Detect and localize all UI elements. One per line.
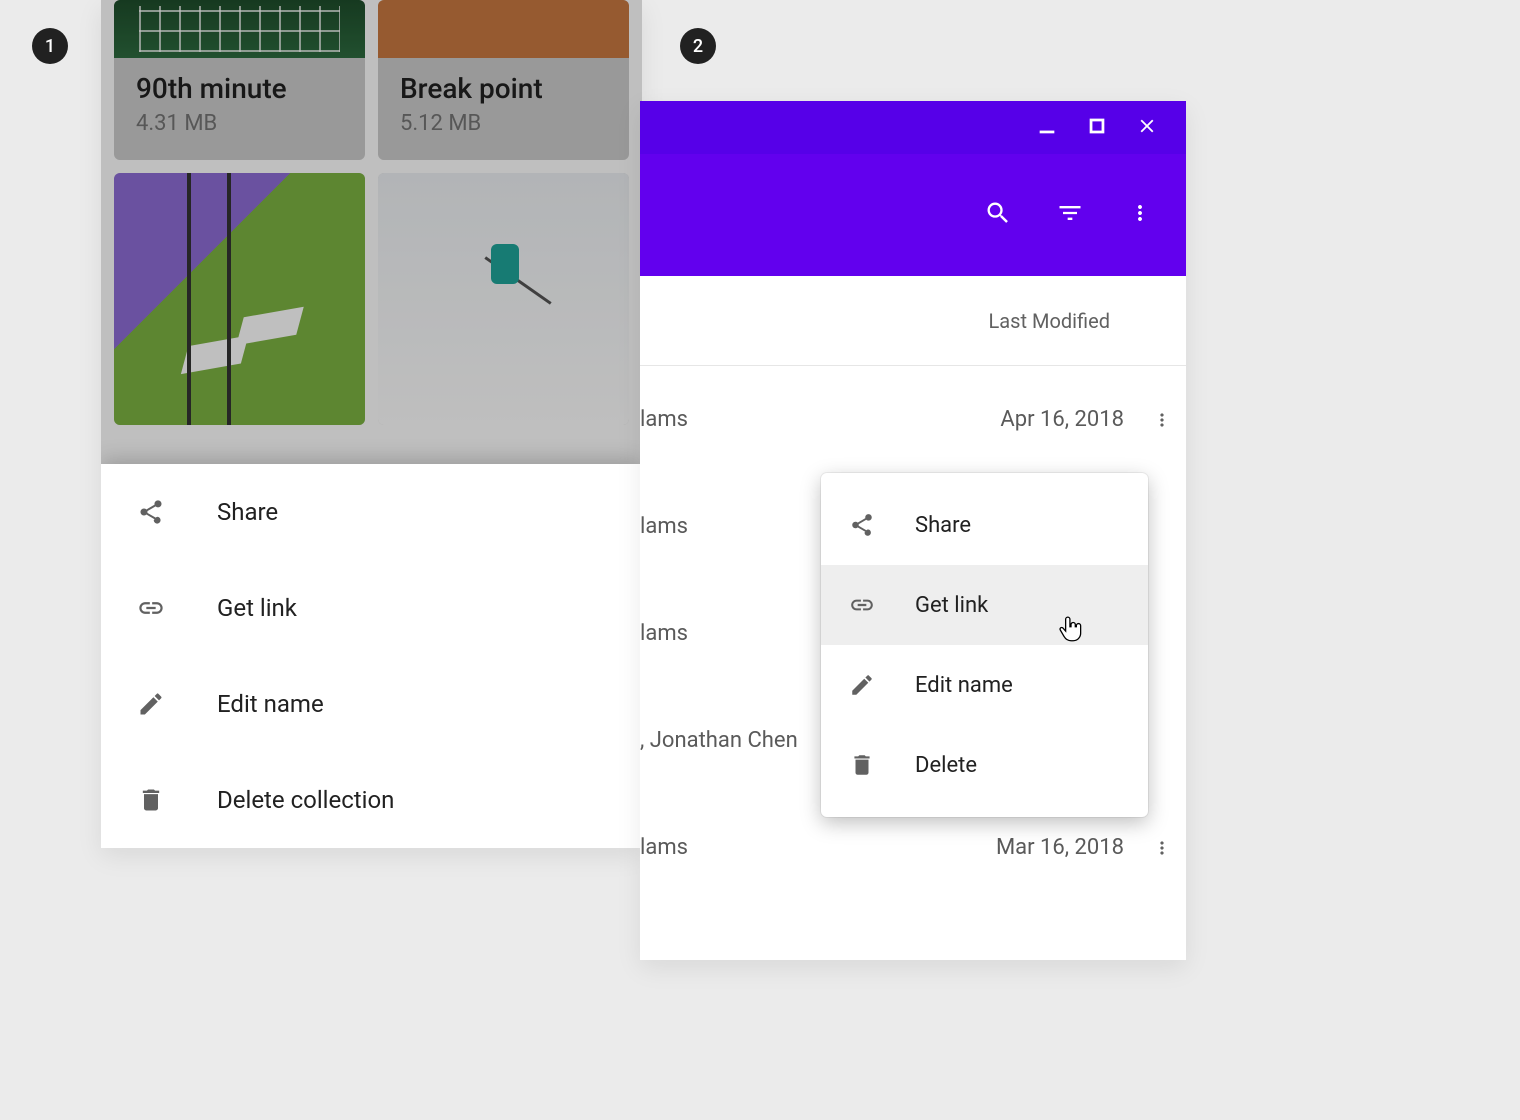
- cursor-pointer-icon: [1058, 615, 1084, 645]
- menu-label: Get link: [915, 593, 988, 618]
- column-last-modified[interactable]: Last Modified: [989, 309, 1110, 333]
- overflow-button[interactable]: [1128, 201, 1152, 229]
- sheet-label: Edit name: [217, 690, 324, 718]
- delete-icon: [137, 786, 165, 814]
- owner-cell: lams: [640, 835, 850, 860]
- minimize-button[interactable]: [1036, 115, 1058, 141]
- date-cell: Apr 16, 2018: [850, 407, 1138, 432]
- menu-get-link[interactable]: Get link: [821, 565, 1148, 645]
- edit-icon: [137, 690, 165, 718]
- more-vertical-icon: [1152, 838, 1172, 858]
- close-button[interactable]: [1136, 115, 1158, 141]
- sheet-edit-name[interactable]: Edit name: [101, 656, 642, 752]
- share-icon: [849, 512, 875, 538]
- toolbar: [640, 154, 1186, 276]
- column-header: Last Modified: [640, 276, 1186, 366]
- close-icon: [1136, 115, 1158, 137]
- menu-delete[interactable]: Delete: [821, 725, 1148, 805]
- date-cell: Mar 16, 2018: [850, 835, 1138, 860]
- owner-cell: lams: [640, 621, 850, 646]
- bottom-sheet: Share Get link Edit name Delete collecti…: [101, 464, 642, 848]
- search-button[interactable]: [984, 199, 1012, 231]
- context-menu: Share Get link Edit name Delete: [821, 473, 1148, 817]
- sheet-label: Delete collection: [217, 786, 394, 814]
- share-icon: [137, 498, 165, 526]
- menu-label: Edit name: [915, 673, 1013, 698]
- row-overflow-button[interactable]: [1138, 410, 1186, 430]
- owner-cell: lams: [640, 407, 850, 432]
- maximize-button[interactable]: [1086, 115, 1108, 141]
- maximize-icon: [1086, 115, 1108, 137]
- sheet-label: Share: [217, 498, 278, 526]
- more-vertical-icon: [1128, 201, 1152, 225]
- delete-icon: [849, 752, 875, 778]
- link-icon: [137, 594, 165, 622]
- row-overflow-button[interactable]: [1138, 838, 1186, 858]
- sheet-delete[interactable]: Delete collection: [101, 752, 642, 848]
- menu-edit-name[interactable]: Edit name: [821, 645, 1148, 725]
- menu-share[interactable]: Share: [821, 485, 1148, 565]
- owner-cell: lams: [640, 514, 850, 539]
- sheet-share[interactable]: Share: [101, 464, 642, 560]
- table-row[interactable]: lams Apr 16, 2018: [640, 366, 1186, 473]
- filter-icon: [1056, 199, 1084, 227]
- minimize-icon: [1036, 115, 1058, 137]
- annotation-badge-2: 2: [680, 28, 716, 64]
- menu-label: Share: [915, 513, 971, 538]
- sheet-label: Get link: [217, 594, 297, 622]
- sheet-get-link[interactable]: Get link: [101, 560, 642, 656]
- menu-label: Delete: [915, 753, 977, 778]
- more-vertical-icon: [1152, 410, 1172, 430]
- filter-button[interactable]: [1056, 199, 1084, 231]
- link-icon: [849, 592, 875, 618]
- panel-mobile: 90th minute 4.31 MB Break point 5.12 MB: [101, 0, 642, 848]
- annotation-badge-1: 1: [32, 28, 68, 64]
- titlebar: [640, 101, 1186, 154]
- edit-icon: [849, 672, 875, 698]
- search-icon: [984, 199, 1012, 227]
